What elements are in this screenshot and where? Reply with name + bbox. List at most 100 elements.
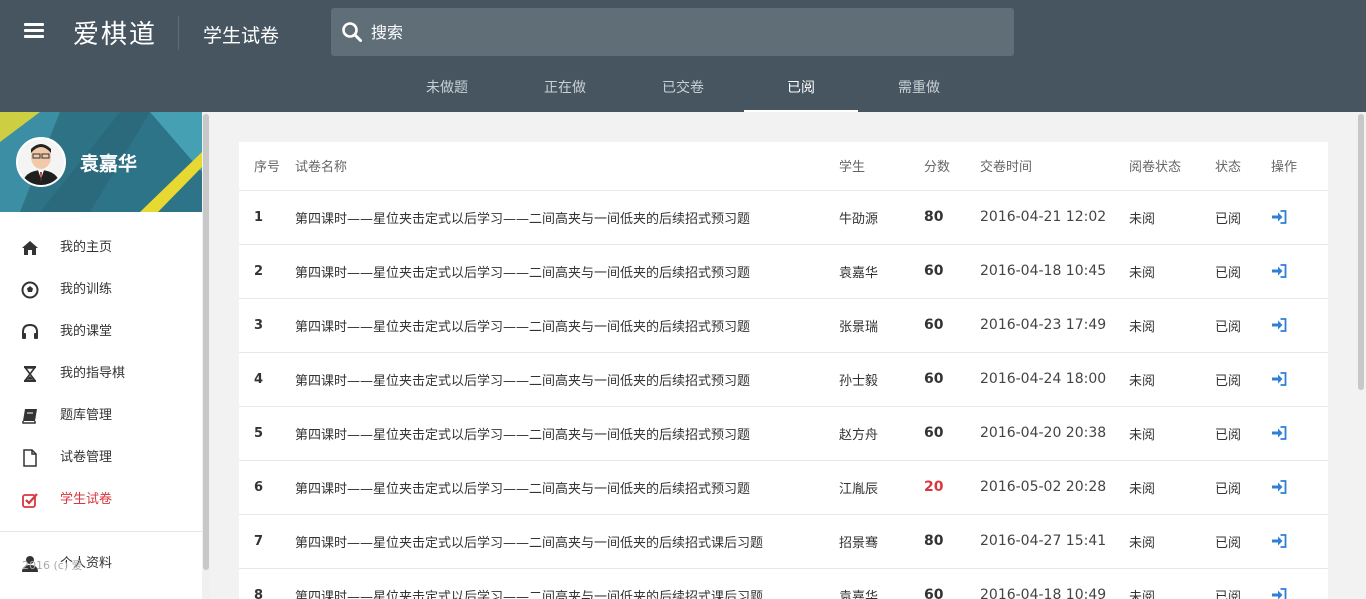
paper-name: 第四课时——星位夹击定式以后学习——二间高夹与一间低夹的后续招式课后习题 — [295, 568, 839, 599]
submit-time: 2016-04-21 12:02 — [980, 190, 1129, 245]
score: 20 — [924, 460, 980, 515]
sidebar-item-label: 学生试卷 — [60, 492, 113, 507]
column-header-student: 学生 — [839, 142, 924, 191]
sidebar-item-guidance[interactable]: 我的指导棋 — [0, 353, 202, 395]
action-cell — [1271, 568, 1328, 599]
score: 60 — [924, 352, 980, 407]
table-row[interactable]: 2 第四课时——星位夹击定式以后学习——二间高夹与一间低夹的后续招式预习题 袁嘉… — [239, 244, 1328, 299]
sign-in-icon[interactable] — [1271, 317, 1287, 333]
action-cell — [1271, 244, 1328, 299]
sign-in-icon[interactable] — [1271, 479, 1287, 495]
column-header-name: 试卷名称 — [295, 142, 839, 191]
student-name: 孙士毅 — [839, 352, 924, 407]
student-name: 牛劭源 — [839, 190, 924, 245]
sidebar-item-question-bank[interactable]: 题库管理 — [0, 395, 202, 437]
action-cell — [1271, 190, 1328, 245]
table-row[interactable]: 1 第四课时——星位夹击定式以后学习——二间高夹与一间低夹的后续招式预习题 牛劭… — [239, 190, 1328, 245]
sidebar-item-label: 我的主页 — [60, 240, 113, 255]
submit-time: 2016-04-18 10:45 — [980, 244, 1129, 299]
row-number: 1 — [239, 190, 295, 245]
review-status: 未阅 — [1129, 352, 1215, 407]
student-name: 赵方舟 — [839, 406, 924, 461]
main-scrollbar-thumb[interactable] — [1358, 114, 1364, 390]
row-number: 8 — [239, 568, 295, 599]
tab-in-progress[interactable]: 正在做 — [508, 66, 622, 112]
sign-in-icon[interactable] — [1271, 425, 1287, 441]
score: 80 — [924, 190, 980, 245]
action-cell — [1271, 460, 1328, 515]
sign-in-icon[interactable] — [1271, 209, 1287, 225]
header-divider — [178, 16, 179, 50]
tab-submitted[interactable]: 已交卷 — [626, 66, 740, 112]
sign-in-icon[interactable] — [1271, 371, 1287, 387]
main-scrollbar[interactable] — [1356, 112, 1366, 599]
submit-time: 2016-04-20 20:38 — [980, 406, 1129, 461]
sidebar-item-training[interactable]: 我的训练 — [0, 269, 202, 311]
profile-name[interactable]: 袁嘉华 — [80, 149, 137, 176]
submit-time: 2016-04-23 17:49 — [980, 298, 1129, 353]
column-header-score: 分数 — [924, 142, 980, 191]
sidebar-item-label: 我的指导棋 — [60, 366, 126, 381]
score: 60 — [924, 244, 980, 299]
sign-in-icon[interactable] — [1271, 263, 1287, 279]
review-status: 未阅 — [1129, 406, 1215, 461]
submit-time: 2016-04-24 18:00 — [980, 352, 1129, 407]
soccer-ball-icon — [21, 281, 39, 299]
table-row[interactable]: 4 第四课时——星位夹击定式以后学习——二间高夹与一间低夹的后续招式预习题 孙士… — [239, 352, 1328, 407]
copyright-text: 2016 (c) 爱 — [22, 559, 83, 572]
app-logo[interactable]: 爱棋道 — [73, 14, 157, 51]
sidebar-scrollbar[interactable] — [202, 112, 210, 599]
tab-redo[interactable]: 需重做 — [862, 66, 976, 112]
check-square-icon — [22, 493, 38, 508]
table-row[interactable]: 3 第四课时——星位夹击定式以后学习——二间高夹与一间低夹的后续招式预习题 张景… — [239, 298, 1328, 353]
action-cell — [1271, 298, 1328, 353]
review-status: 未阅 — [1129, 298, 1215, 353]
paper-name: 第四课时——星位夹击定式以后学习——二间高夹与一间低夹的后续招式课后习题 — [295, 514, 839, 569]
sidebar-item-student-papers[interactable]: 学生试卷 — [0, 479, 202, 521]
sidebar-item-paper-management[interactable]: 试卷管理 — [0, 437, 202, 479]
row-number: 3 — [239, 298, 295, 353]
table-row[interactable]: 6 第四课时——星位夹击定式以后学习——二间高夹与一间低夹的后续招式预习题 江胤… — [239, 460, 1328, 515]
tab-not-done[interactable]: 未做题 — [390, 66, 504, 112]
paper-name: 第四课时——星位夹击定式以后学习——二间高夹与一间低夹的后续招式预习题 — [295, 244, 839, 299]
home-icon — [22, 241, 38, 255]
student-name: 江胤辰 — [839, 460, 924, 515]
sign-in-icon[interactable] — [1271, 587, 1287, 599]
status: 已阅 — [1215, 190, 1271, 245]
hamburger-menu-icon[interactable] — [22, 20, 46, 44]
status: 已阅 — [1215, 244, 1271, 299]
row-number: 7 — [239, 514, 295, 569]
search-icon[interactable] — [341, 21, 363, 43]
search-input[interactable] — [371, 8, 991, 56]
column-header-status: 状态 — [1215, 142, 1271, 191]
sidebar-item-label: 我的训练 — [60, 282, 113, 297]
papers-table: 序号 试卷名称 学生 分数 交卷时间 阅卷状态 状态 操作 1 第四课时——星位… — [239, 142, 1328, 599]
avatar[interactable] — [16, 137, 66, 187]
table-row[interactable]: 8 第四课时——星位夹击定式以后学习——二间高夹与一间低夹的后续招式课后习题 袁… — [239, 568, 1328, 599]
tab-reviewed[interactable]: 已阅 — [744, 66, 858, 112]
student-name: 招景骞 — [839, 514, 924, 569]
paper-name: 第四课时——星位夹击定式以后学习——二间高夹与一间低夹的后续招式预习题 — [295, 352, 839, 407]
score: 60 — [924, 568, 980, 599]
sidebar-item-home[interactable]: 我的主页 — [0, 227, 202, 269]
review-status: 未阅 — [1129, 244, 1215, 299]
sidebar-scrollbar-thumb[interactable] — [203, 114, 209, 570]
sidebar-item-classroom[interactable]: 我的课堂 — [0, 311, 202, 353]
table-row[interactable]: 5 第四课时——星位夹击定式以后学习——二间高夹与一间低夹的后续招式预习题 赵方… — [239, 406, 1328, 461]
headphones-icon — [22, 323, 38, 339]
table-row[interactable]: 7 第四课时——星位夹击定式以后学习——二间高夹与一间低夹的后续招式课后习题 招… — [239, 514, 1328, 569]
sidebar-item-label: 我的课堂 — [60, 324, 113, 339]
row-number: 6 — [239, 460, 295, 515]
review-status: 未阅 — [1129, 514, 1215, 569]
paper-name: 第四课时——星位夹击定式以后学习——二间高夹与一间低夹的后续招式预习题 — [295, 190, 839, 245]
submit-time: 2016-04-18 10:49 — [980, 568, 1129, 599]
status: 已阅 — [1215, 352, 1271, 407]
review-status: 未阅 — [1129, 568, 1215, 599]
column-header-no: 序号 — [239, 142, 295, 191]
row-number: 2 — [239, 244, 295, 299]
sign-in-icon[interactable] — [1271, 533, 1287, 549]
column-header-time: 交卷时间 — [980, 142, 1129, 191]
row-number: 4 — [239, 352, 295, 407]
status: 已阅 — [1215, 568, 1271, 599]
status: 已阅 — [1215, 406, 1271, 461]
